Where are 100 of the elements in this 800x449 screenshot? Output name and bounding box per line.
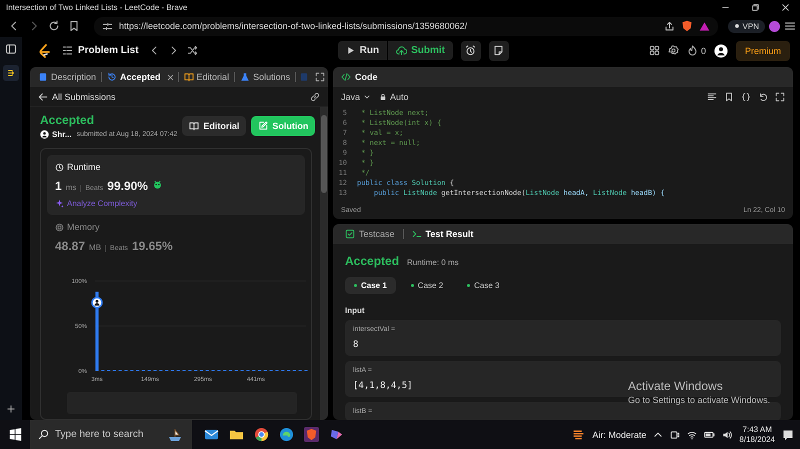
stat-value: 48.87 — [55, 239, 86, 253]
search-icon — [38, 429, 49, 440]
stat-value: 1 — [55, 179, 62, 193]
reload-icon[interactable] — [48, 20, 60, 32]
fullscreen-icon[interactable] — [315, 72, 326, 82]
address-bar[interactable]: https://leetcode.com/problems/intersection-of-two-linked-lists/submissions/1359680062/ — [94, 16, 718, 36]
layout-icon[interactable] — [648, 45, 660, 56]
notes-button[interactable] — [488, 40, 509, 60]
input-label: Input — [345, 306, 366, 315]
air-quality-icon[interactable] — [572, 428, 586, 441]
shield-icon[interactable] — [680, 20, 693, 32]
sidebar-icon[interactable] — [5, 43, 17, 55]
bookmark-icon[interactable] — [724, 92, 734, 102]
case-tab[interactable]: Case 1 — [345, 277, 396, 294]
stat-unit: ms — [66, 183, 76, 192]
windows-icon[interactable] — [8, 428, 22, 441]
timer-button[interactable] — [460, 40, 481, 60]
editorial-button[interactable]: Editorial — [182, 116, 246, 136]
beats-percent: 19.65% — [132, 239, 173, 253]
case-tab[interactable]: Case 2 — [402, 277, 452, 294]
avatar-icon[interactable] — [714, 44, 728, 58]
stat-title: Memory — [67, 222, 100, 232]
braces-icon[interactable] — [741, 92, 751, 102]
expand-icon[interactable] — [775, 92, 785, 102]
edge-icon[interactable] — [279, 427, 294, 442]
submission-status: Accepted — [40, 113, 96, 127]
clock[interactable]: 7:43 AM 8/18/2024 — [739, 424, 775, 444]
settings-icon[interactable] — [668, 45, 679, 56]
all-submissions-link[interactable]: All Submissions — [38, 92, 116, 102]
panel-tab[interactable]: Solutions — [238, 70, 292, 84]
panel-tab[interactable]: Editorial — [182, 70, 232, 84]
run-button[interactable]: Run — [338, 41, 388, 60]
username: Shr... — [52, 130, 72, 139]
activation-title: Activate Windows — [628, 379, 724, 393]
checkbox-icon — [345, 229, 355, 239]
reset-icon[interactable] — [758, 92, 768, 102]
stat-unit: MB — [89, 243, 102, 252]
flame-icon[interactable] — [686, 45, 698, 56]
plus-icon[interactable] — [6, 404, 16, 414]
case-tab[interactable]: Case 3 — [458, 277, 509, 294]
streak-count: 0 — [700, 46, 706, 56]
notifications-icon[interactable] — [782, 428, 794, 440]
extension-button[interactable] — [3, 65, 19, 81]
alarm-icon — [465, 45, 476, 56]
panel-tab[interactable]: Description — [36, 70, 98, 84]
sparkle-icon — [55, 199, 64, 208]
battery-icon[interactable] — [704, 429, 716, 440]
link-icon[interactable] — [310, 92, 320, 102]
panel-tab[interactable]: Accepted — [105, 70, 163, 84]
wifi-icon[interactable] — [687, 430, 698, 440]
stat-title: Runtime — [67, 162, 101, 172]
scrollbar[interactable] — [320, 107, 328, 420]
lock-icon — [379, 93, 388, 101]
language-dropdown[interactable]: Java — [341, 92, 372, 102]
document-icon — [38, 72, 48, 82]
brave-icon[interactable] — [304, 427, 319, 442]
terminal-icon — [412, 229, 422, 239]
mail-icon[interactable] — [204, 427, 219, 442]
chevron-down-icon — [363, 93, 372, 101]
history-icon — [107, 72, 118, 82]
bookmark-icon[interactable] — [68, 20, 80, 32]
book-icon — [184, 72, 194, 82]
panel-title: Code — [355, 72, 378, 82]
back-arrow-icon — [38, 92, 48, 102]
clock-icon — [55, 162, 64, 172]
chevron-up-icon[interactable] — [653, 430, 664, 440]
premium-button[interactable]: Premium — [736, 40, 790, 60]
shuffle-icon[interactable] — [186, 45, 198, 56]
site-settings-icon[interactable] — [102, 20, 113, 32]
panel-tab[interactable]: Test Result — [408, 229, 478, 239]
format-icon[interactable] — [707, 92, 717, 102]
panel-tab[interactable]: Testcase — [341, 229, 399, 239]
flask-icon — [240, 72, 250, 82]
problem-list-button[interactable]: Problem List — [60, 45, 141, 56]
user-avatar-icon — [40, 130, 49, 139]
maximize-icon[interactable] — [750, 3, 760, 12]
vpn-button[interactable]: VPN — [728, 20, 765, 32]
menu-icon[interactable] — [784, 20, 796, 32]
list-icon — [62, 45, 73, 56]
vpn-dot-icon — [734, 23, 740, 29]
chrome-icon[interactable] — [254, 427, 269, 442]
ship-icon — [166, 426, 184, 442]
input-value: [4,1,8,4,5] — [353, 381, 413, 391]
activation-message: Go to Settings to activate Windows. — [628, 395, 770, 405]
close-icon[interactable] — [780, 3, 790, 12]
weather-status[interactable]: Air: Moderate — [592, 430, 646, 440]
wallet-icon[interactable] — [769, 20, 780, 32]
autocomplete-mode[interactable]: Auto — [390, 92, 409, 102]
camera-icon[interactable] — [670, 430, 680, 440]
share-icon[interactable] — [664, 20, 675, 32]
submit-button[interactable]: Submit — [388, 41, 453, 60]
triangle-icon[interactable] — [698, 20, 710, 32]
taskbar-search[interactable]: Type here to search — [30, 420, 192, 449]
copilot-icon[interactable] — [329, 427, 344, 442]
play-icon — [346, 46, 355, 55]
volume-icon[interactable] — [722, 430, 732, 440]
close-tab-icon[interactable] — [166, 72, 175, 82]
result-status: Accepted — [345, 254, 400, 268]
note-icon — [493, 45, 504, 56]
runtime-text: Runtime: 0 ms — [407, 258, 459, 267]
